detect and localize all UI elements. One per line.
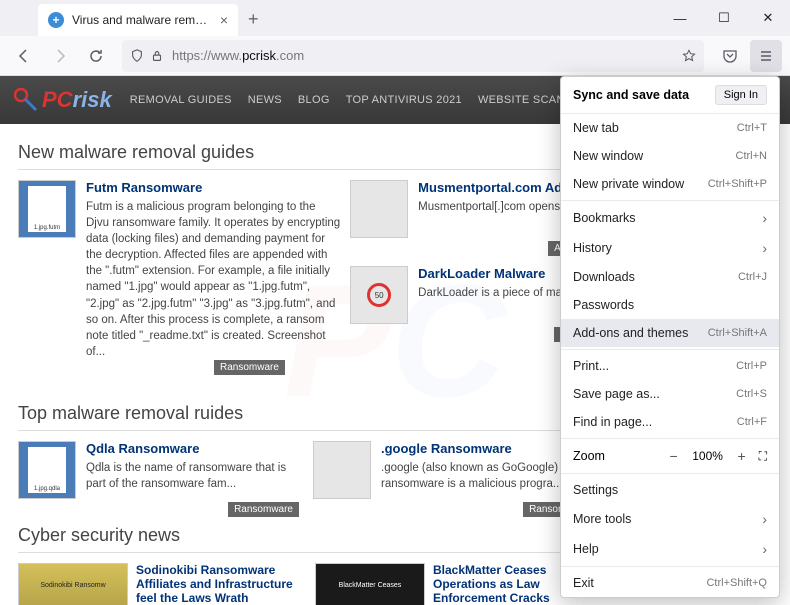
back-button[interactable] (8, 40, 40, 72)
menu-passwords[interactable]: Passwords (561, 291, 779, 319)
menu-addons-themes[interactable]: Add-ons and themesCtrl+Shift+A (561, 319, 779, 347)
minimize-button[interactable]: — (658, 0, 702, 36)
nav-removal-guides[interactable]: REMOVAL GUIDES (130, 94, 232, 106)
thumb-qdla: 1.jpg.qdla (18, 441, 76, 499)
menu-history[interactable]: History› (561, 233, 779, 263)
app-menu-button[interactable] (750, 40, 782, 72)
new-tab-button[interactable]: + (248, 9, 259, 30)
menu-new-tab[interactable]: New tabCtrl+T (561, 114, 779, 142)
tab-favicon (48, 12, 64, 28)
menu-more-tools[interactable]: More tools› (561, 504, 779, 534)
menu-print[interactable]: Print...Ctrl+P (561, 352, 779, 380)
card-text: Qdla is the name of ransomware that is p… (86, 460, 303, 492)
card-title: Futm Ransomware (86, 180, 340, 195)
card-futm[interactable]: 1.jpg.futm Futm Ransomware Futm is a mal… (18, 180, 340, 360)
section-new-guides: New malware removal guides (18, 142, 598, 163)
nav-top-antivirus[interactable]: TOP ANTIVIRUS 2021 (346, 94, 462, 106)
menu-sync-label: Sync and save data (573, 88, 715, 102)
menu-bookmarks[interactable]: Bookmarks› (561, 203, 779, 233)
browser-tab[interactable]: Virus and malware removal ins × (38, 4, 238, 36)
zoom-out-button[interactable]: − (665, 447, 683, 465)
thumb-futm: 1.jpg.futm (18, 180, 76, 238)
zoom-percent: 100% (691, 449, 725, 463)
menu-new-private-window[interactable]: New private windowCtrl+Shift+P (561, 170, 779, 198)
nav-blog[interactable]: BLOG (298, 94, 330, 106)
close-tab-icon[interactable]: × (220, 12, 228, 28)
thumb-musment (350, 180, 408, 238)
menu-settings[interactable]: Settings (561, 476, 779, 504)
tag-ransomware: Ransomware (214, 360, 285, 375)
menu-save-page[interactable]: Save page as...Ctrl+S (561, 380, 779, 408)
pocket-button[interactable] (714, 40, 746, 72)
thumb-darkloader: 50 (350, 266, 408, 324)
url-text: https://www.pcrisk.com (172, 48, 304, 63)
site-logo[interactable]: PCrisk (14, 87, 112, 113)
menu-help[interactable]: Help› (561, 534, 779, 564)
menu-downloads[interactable]: DownloadsCtrl+J (561, 263, 779, 291)
thumb-blackmatter: BlackMatter Ceases (315, 563, 425, 605)
maximize-button[interactable]: ☐ (702, 0, 746, 36)
logo-icon (14, 88, 38, 112)
card-qdla[interactable]: 1.jpg.qdla Qdla Ransomware Qdla is the n… (18, 441, 303, 499)
card-google[interactable]: .google Ransomware .google (also known a… (313, 441, 598, 499)
fullscreen-button[interactable]: ⛶ (759, 449, 767, 464)
thumb-google (313, 441, 371, 499)
card-text: Futm is a malicious program belonging to… (86, 199, 340, 360)
nav-news[interactable]: NEWS (248, 94, 282, 106)
forward-button[interactable] (44, 40, 76, 72)
sign-in-button[interactable]: Sign In (715, 85, 767, 105)
lock-icon (150, 49, 164, 63)
tab-title: Virus and malware removal ins (72, 13, 214, 27)
shield-icon (130, 49, 144, 63)
card-title: Qdla Ransomware (86, 441, 303, 456)
menu-new-window[interactable]: New windowCtrl+N (561, 142, 779, 170)
article-title: Sodinokibi Ransomware Affiliates and Inf… (136, 563, 301, 605)
menu-exit[interactable]: ExitCtrl+Shift+Q (561, 569, 779, 597)
menu-find[interactable]: Find in page...Ctrl+F (561, 408, 779, 436)
bookmark-star-icon[interactable] (682, 49, 696, 63)
section-cyber-news: Cyber security news (18, 525, 598, 546)
tag-ransomware: Ransomware (228, 502, 299, 517)
section-top-guides: Top malware removal ruides (18, 403, 598, 424)
article-blackmatter[interactable]: BlackMatter Ceases BlackMatter Ceases Op… (315, 563, 598, 605)
app-menu: Sync and save data Sign In New tabCtrl+T… (560, 76, 780, 598)
address-bar[interactable]: https://www.pcrisk.com (122, 40, 704, 72)
close-window-button[interactable]: ✕ (746, 0, 790, 36)
menu-zoom: Zoom − 100% + ⛶ (561, 441, 779, 471)
reload-button[interactable] (80, 40, 112, 72)
article-sodinokibi[interactable]: Sodinokibi Ransomw Sodinokibi Ransomware… (18, 563, 301, 605)
thumb-sodinokibi: Sodinokibi Ransomw (18, 563, 128, 605)
zoom-in-button[interactable]: + (733, 447, 751, 465)
